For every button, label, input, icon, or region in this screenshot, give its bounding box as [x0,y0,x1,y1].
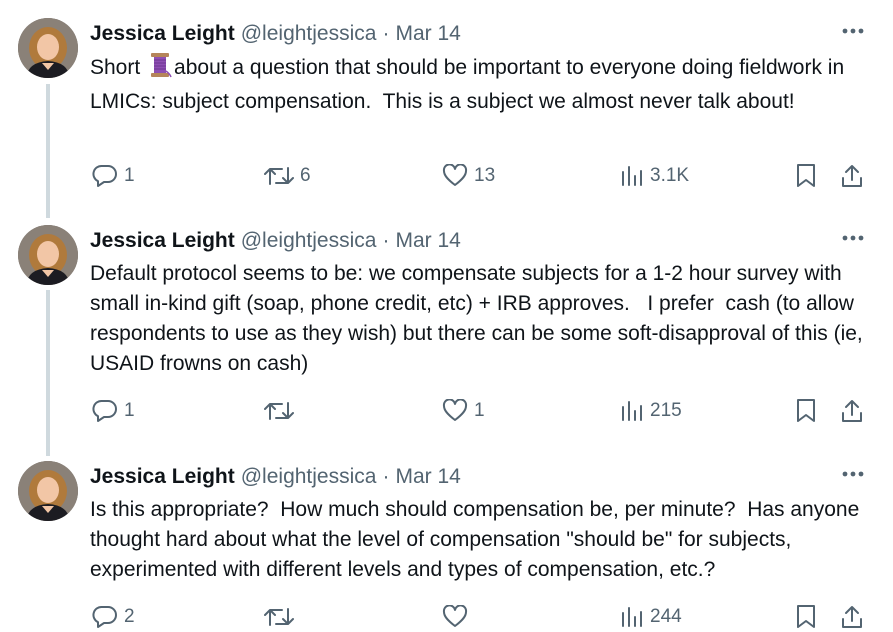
share-icon [840,163,864,189]
tweet-date[interactable]: Mar 14 [395,465,460,489]
retweet-count: 6 [300,165,311,186]
retweet-button[interactable] [264,602,300,632]
like-button[interactable]: 1 [442,396,485,426]
bookmark-button[interactable] [795,602,817,632]
tweet-date[interactable]: Mar 14 [395,22,460,46]
bookmark-icon [795,163,817,189]
like-button[interactable] [442,602,474,632]
like-count: 1 [474,400,485,421]
like-count: 13 [474,165,496,186]
views-button[interactable]: 215 [620,396,682,426]
reply-count: 2 [124,606,135,627]
reply-button[interactable]: 1 [92,396,135,426]
separator-dot: · [382,229,390,252]
reply-button[interactable]: 1 [92,161,135,191]
author-name[interactable]: Jessica Leight [90,465,235,489]
author-name[interactable]: Jessica Leight [90,229,235,253]
retweet-icon [264,164,294,188]
tweet-header: Jessica Leight @leightjessica · Mar 14 [90,20,461,48]
avatar[interactable] [18,18,78,78]
thread-spool-icon [148,52,172,87]
heart-icon [442,399,468,423]
tweet-text: Is this appropriate? How much should com… [90,498,866,581]
author-handle[interactable]: @leightjessica [241,229,377,253]
retweet-icon [264,399,294,423]
views-count: 215 [650,400,682,421]
reply-count: 1 [124,165,135,186]
views-button[interactable]: 3.1K [620,161,689,191]
share-button[interactable] [840,396,864,426]
tweet-date[interactable]: Mar 14 [395,229,460,253]
tweet-text-part: about a question that should be importan… [90,56,850,113]
views-icon [620,164,644,188]
tweet-header: Jessica Leight @leightjessica · Mar 14 [90,463,461,491]
more-icon[interactable] [840,225,866,251]
views-count: 244 [650,606,682,627]
views-icon [620,399,644,423]
views-icon [620,605,644,629]
bookmark-button[interactable] [795,396,817,426]
avatar[interactable] [18,461,78,521]
more-icon[interactable] [840,18,866,44]
tweet-actions: 1 6 13 3.1K [0,161,893,191]
heart-icon [442,164,468,188]
reply-button[interactable]: 2 [92,602,135,632]
tweet-header: Jessica Leight @leightjessica · Mar 14 [90,227,461,255]
retweet-button[interactable]: 6 [264,161,311,191]
reply-count: 1 [124,400,135,421]
tweet-actions: 1 1 215 [0,396,893,426]
views-button[interactable]: 244 [620,602,682,632]
reply-icon [92,605,118,629]
bookmark-button[interactable] [795,161,817,191]
reply-icon [92,164,118,188]
separator-dot: · [382,465,390,488]
tweet[interactable]: Jessica Leight @leightjessica · Mar 14 S… [0,18,893,198]
separator-dot: · [382,22,390,45]
views-count: 3.1K [650,165,690,186]
tweet-actions: 2 244 [0,602,893,632]
bookmark-icon [795,398,817,424]
tweet-text: Default protocol seems to be: we compens… [90,262,869,375]
reply-icon [92,399,118,423]
retweet-button[interactable] [264,396,300,426]
share-icon [840,604,864,630]
share-button[interactable] [840,602,864,632]
author-handle[interactable]: @leightjessica [241,465,377,489]
avatar[interactable] [18,225,78,285]
author-handle[interactable]: @leightjessica [241,22,377,46]
heart-icon [442,605,468,629]
author-name[interactable]: Jessica Leight [90,22,235,46]
bookmark-icon [795,604,817,630]
share-icon [840,398,864,424]
more-icon[interactable] [840,461,866,487]
tweet-text-part: Short [90,56,147,79]
tweet[interactable]: Jessica Leight @leightjessica · Mar 14 I… [0,461,893,630]
tweet-text: Short about a question that should be im… [90,52,880,117]
retweet-icon [264,605,294,629]
share-button[interactable] [840,161,864,191]
like-button[interactable]: 13 [442,161,495,191]
tweet[interactable]: Jessica Leight @leightjessica · Mar 14 D… [0,225,893,435]
